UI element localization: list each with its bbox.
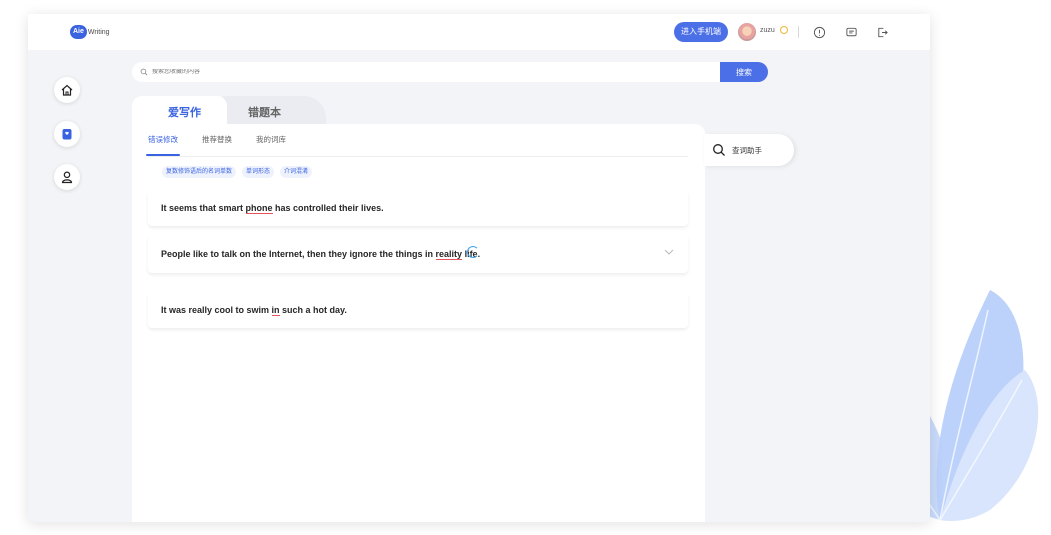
dictionary-helper-button[interactable]: 查词助手	[704, 134, 794, 166]
header-divider	[798, 26, 799, 38]
filter-tag[interactable]: 复数修饰语后的名词单数	[162, 166, 237, 178]
sentence-card[interactable]: People like to talk on the Internet, the…	[148, 235, 688, 273]
sentence-text: People like to talk on the Internet, the…	[161, 246, 480, 260]
filter-tag[interactable]: 单词形态	[242, 166, 275, 178]
loading-spinner-icon	[467, 246, 479, 258]
sentence-text: It seems that smart phone has controlled…	[161, 203, 384, 214]
avatar[interactable]	[738, 23, 756, 41]
search-icon	[140, 68, 148, 76]
sub-tab-divider	[148, 156, 688, 157]
search-bar	[132, 62, 722, 82]
coin-icon	[780, 26, 788, 34]
sentence-text: It was really cool to swim in such a hot…	[161, 305, 347, 316]
search-icon	[713, 144, 725, 156]
dictionary-helper-label: 查词助手	[732, 145, 762, 155]
search-button[interactable]: 搜索	[720, 62, 768, 82]
favorites-nav-button[interactable]	[54, 121, 80, 147]
screenshot-stage: Aie Writing 进入手机端 zuzu 搜索您收藏的内容 搜索 错题本 爱…	[0, 0, 1051, 535]
sentence-part: It was really cool to swim	[161, 305, 272, 315]
help-icon[interactable]	[811, 24, 827, 40]
subtab-recommended-replace[interactable]: 推荐替换	[202, 134, 232, 156]
username[interactable]: zuzu	[760, 27, 775, 34]
filter-tags: 复数修饰语后的名词单数 单词形态 介词混淆	[162, 166, 318, 178]
subtab-error-correction[interactable]: 错误修改	[146, 134, 180, 156]
logo-text: Writing	[87, 28, 110, 36]
user-icon	[61, 171, 73, 184]
error-word[interactable]: phone	[245, 203, 273, 214]
sentence-part: has controlled their lives.	[272, 203, 384, 213]
profile-nav-button[interactable]	[54, 164, 80, 190]
chevron-down-icon[interactable]	[664, 249, 674, 255]
app-logo[interactable]: Aie Writing	[70, 25, 110, 39]
sentence-part: It seems that smart	[161, 203, 246, 213]
error-word[interactable]: reality	[435, 249, 463, 260]
logout-icon[interactable]	[874, 24, 890, 40]
search-input[interactable]	[152, 69, 652, 75]
subtab-my-vocabulary[interactable]: 我的词库	[256, 134, 286, 156]
filter-tag[interactable]: 介词混淆	[280, 166, 313, 178]
sentence-card[interactable]: It seems that smart phone has controlled…	[148, 190, 688, 226]
error-word[interactable]: in	[271, 305, 280, 316]
home-nav-button[interactable]	[54, 77, 80, 103]
tab-writing[interactable]: 爱写作	[132, 96, 227, 124]
sentence-card[interactable]: It was really cool to swim in such a hot…	[148, 292, 688, 328]
app-window: Aie Writing 进入手机端 zuzu 搜索您收藏的内容 搜索 错题本 爱…	[28, 14, 930, 522]
bookmark-icon	[62, 129, 72, 140]
sentence-part: People like to talk on the Internet, the…	[161, 249, 436, 259]
main-panel: 错误修改 推荐替换 我的词库 复数修饰语后的名词单数 单词形态 介词混淆 It …	[132, 124, 705, 522]
message-icon[interactable]	[843, 24, 859, 40]
sub-tab-bar: 错误修改 推荐替换 我的词库	[146, 134, 310, 156]
mobile-version-button[interactable]: 进入手机端	[674, 22, 728, 42]
tab-error-book[interactable]: 错题本	[216, 96, 326, 124]
home-icon	[61, 84, 73, 96]
logo-badge: Aie	[70, 25, 87, 39]
top-header: Aie Writing 进入手机端 zuzu	[28, 14, 930, 50]
sentence-part: such a hot day.	[279, 305, 347, 315]
